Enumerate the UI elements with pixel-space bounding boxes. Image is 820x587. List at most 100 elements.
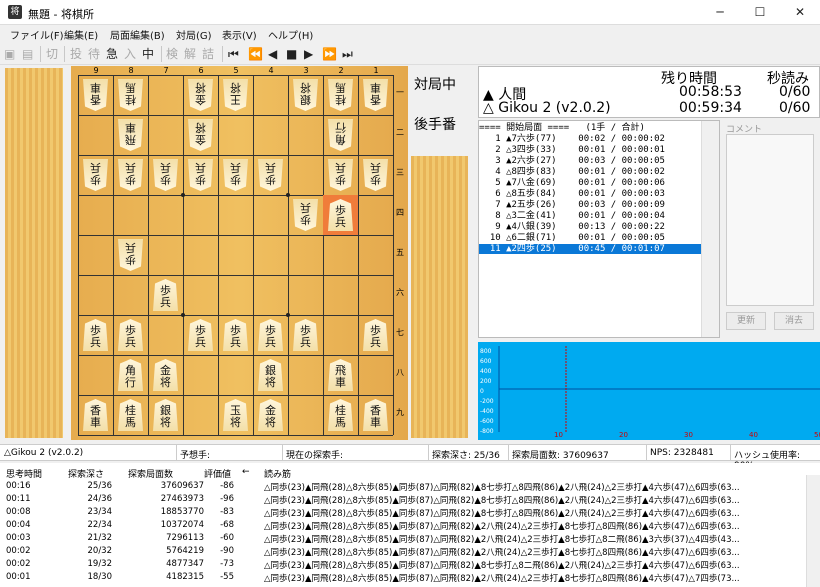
shogi-piece[interactable]: 歩兵 <box>153 159 178 191</box>
move-list-item[interactable]: 10 △6二銀(71) 00:01 / 00:00:05 <box>479 233 701 243</box>
board-square[interactable]: 香車 <box>78 395 113 435</box>
board-square[interactable]: 歩兵 <box>323 195 358 235</box>
comment-textbox[interactable] <box>726 134 814 306</box>
shogi-piece[interactable]: 金将 <box>153 359 178 391</box>
toolbar-enter[interactable]: 入 <box>124 46 136 62</box>
shogi-piece[interactable]: 歩兵 <box>118 319 143 351</box>
open-icon[interactable]: ▣ <box>4 46 15 62</box>
shogi-piece[interactable]: 歩兵 <box>258 319 283 351</box>
move-list-item[interactable]: 7 ▲2五歩(26) 00:03 / 00:00:09 <box>479 200 701 210</box>
toolbar-undo-move[interactable]: 待 <box>88 46 100 62</box>
board-square[interactable]: 歩兵 <box>358 155 393 195</box>
engine-pv-list[interactable]: 思考時間 探索深さ 探索局面数 評価値 ← 読み筋 00:16 25/36 3760… <box>0 463 820 587</box>
menu-edit[interactable]: 編集(E) <box>64 27 98 42</box>
comment-clear-button[interactable]: 消去 <box>774 312 814 330</box>
move-list-item[interactable]: 6 △8五歩(84) 00:01 / 00:00:03 <box>479 189 701 199</box>
shogi-piece[interactable]: 金将 <box>188 119 213 151</box>
back-one-icon[interactable]: ◀ <box>268 46 277 62</box>
move-list-item[interactable]: 8 △3二金(41) 00:01 / 00:00:04 <box>479 211 701 221</box>
board-square[interactable]: 香車 <box>358 75 393 115</box>
board-square[interactable]: 金将 <box>148 355 183 395</box>
board-square[interactable]: 歩兵 <box>183 315 218 355</box>
shogi-piece[interactable]: 歩兵 <box>223 159 248 191</box>
shogi-piece[interactable]: 歩兵 <box>83 319 108 351</box>
move-list-item[interactable]: 1 ▲7六歩(77) 00:02 / 00:00:02 <box>479 134 701 144</box>
move-list-item[interactable]: ==== 開始局面 ==== (1手 / 合計) <box>479 123 701 133</box>
shogi-piece[interactable]: 金将 <box>258 399 283 431</box>
shogi-piece[interactable]: 歩兵 <box>83 159 108 191</box>
pv-header-pv[interactable]: 読み筋 <box>264 467 291 480</box>
board-square[interactable]: 歩兵 <box>113 155 148 195</box>
shogi-board[interactable]: 香車桂馬金将王将銀将桂馬香車飛車金将角行歩兵歩兵歩兵歩兵歩兵歩兵歩兵歩兵歩兵歩兵… <box>71 66 408 440</box>
shogi-piece[interactable]: 玉将 <box>223 399 248 431</box>
toolbar-resign[interactable]: 投 <box>70 46 82 62</box>
shogi-piece[interactable]: 歩兵 <box>118 159 143 191</box>
shogi-piece[interactable]: 歩兵 <box>188 159 213 191</box>
shogi-piece[interactable]: 金将 <box>188 79 213 111</box>
board-square[interactable]: 銀将 <box>288 75 323 115</box>
evaluation-graph[interactable]: 800 600 400 200 0 -200 -400 -600 -800 10 20 30 40 50 <box>478 342 820 440</box>
shogi-piece[interactable]: 歩兵 <box>118 239 143 271</box>
board-square[interactable]: 桂馬 <box>113 75 148 115</box>
board-square[interactable]: 歩兵 <box>78 155 113 195</box>
board-square[interactable]: 桂馬 <box>113 395 148 435</box>
shogi-piece[interactable]: 歩兵 <box>153 279 178 311</box>
shogi-piece[interactable]: 桂馬 <box>118 399 143 431</box>
toolbar-mate[interactable]: 詰 <box>202 46 214 62</box>
shogi-piece[interactable]: 香車 <box>363 399 388 431</box>
sente-piece-stand[interactable] <box>411 156 468 438</box>
shogi-piece[interactable]: 香車 <box>83 399 108 431</box>
shogi-piece[interactable]: 桂馬 <box>328 79 353 111</box>
board-square[interactable]: 歩兵 <box>358 315 393 355</box>
board-square[interactable]: 香車 <box>78 75 113 115</box>
move-list-item[interactable]: 9 ▲4八銀(39) 00:13 / 00:00:22 <box>479 222 701 232</box>
board-square[interactable]: 角行 <box>323 115 358 155</box>
move-list-scrollbar[interactable] <box>701 121 719 337</box>
shogi-piece[interactable]: 歩兵 <box>293 319 318 351</box>
move-list-item[interactable]: 11 ▲2四歩(25) 00:45 / 00:01:07 <box>479 244 701 254</box>
shogi-piece[interactable]: 角行 <box>118 359 143 391</box>
last-move-icon[interactable]: ⏭ <box>342 46 353 62</box>
move-list-item[interactable]: 2 △3四歩(33) 00:01 / 00:00:01 <box>479 145 701 155</box>
board-square[interactable]: 歩兵 <box>148 275 183 315</box>
board-square[interactable]: 歩兵 <box>148 155 183 195</box>
first-move-icon[interactable]: ⏮ <box>228 46 239 62</box>
board-square[interactable]: 金将 <box>183 75 218 115</box>
board-square[interactable]: 金将 <box>253 395 288 435</box>
forward-one-icon[interactable]: ▶ <box>304 46 313 62</box>
move-list-item[interactable]: 3 ▲2六歩(27) 00:03 / 00:00:05 <box>479 156 701 166</box>
board-square[interactable]: 歩兵 <box>183 155 218 195</box>
shogi-piece[interactable]: 角行 <box>328 119 353 151</box>
pv-header-eval[interactable]: 評価値 <box>204 467 231 480</box>
save-icon[interactable]: ▤ <box>22 46 33 62</box>
shogi-piece[interactable]: 飛車 <box>118 119 143 151</box>
menu-position-edit[interactable]: 局面編集(B) <box>110 27 165 42</box>
shogi-piece[interactable]: 歩兵 <box>188 319 213 351</box>
shogi-piece[interactable]: 歩兵 <box>363 159 388 191</box>
forward-ten-icon[interactable]: ⏩ <box>322 46 337 62</box>
shogi-piece[interactable]: 桂馬 <box>328 399 353 431</box>
shogi-piece[interactable]: 香車 <box>83 79 108 111</box>
shogi-piece[interactable]: 銀将 <box>153 399 178 431</box>
shogi-piece[interactable]: 飛車 <box>328 359 353 391</box>
board-square[interactable]: 銀将 <box>253 355 288 395</box>
back-ten-icon[interactable]: ⏪ <box>248 46 263 62</box>
pv-header-arrow[interactable]: ← <box>242 467 250 477</box>
board-square[interactable]: 飛車 <box>323 355 358 395</box>
board-square[interactable]: 銀将 <box>148 395 183 435</box>
board-square[interactable]: 歩兵 <box>113 315 148 355</box>
board-square[interactable]: 歩兵 <box>288 195 323 235</box>
board-square[interactable]: 歩兵 <box>218 155 253 195</box>
shogi-piece[interactable]: 銀将 <box>258 359 283 391</box>
stop-icon[interactable]: ■ <box>286 46 297 62</box>
toolbar-cut[interactable]: 切 <box>46 46 58 62</box>
board-square[interactable]: 歩兵 <box>113 235 148 275</box>
menu-help[interactable]: ヘルプ(H) <box>268 27 313 42</box>
menu-file[interactable]: ファイル(F) <box>10 27 64 42</box>
board-square[interactable]: 歩兵 <box>253 155 288 195</box>
board-square[interactable]: 歩兵 <box>218 315 253 355</box>
shogi-piece[interactable]: 歩兵 <box>328 199 353 231</box>
comment-update-button[interactable]: 更新 <box>726 312 766 330</box>
close-button[interactable]: ✕ <box>780 0 820 25</box>
shogi-piece[interactable]: 歩兵 <box>328 159 353 191</box>
